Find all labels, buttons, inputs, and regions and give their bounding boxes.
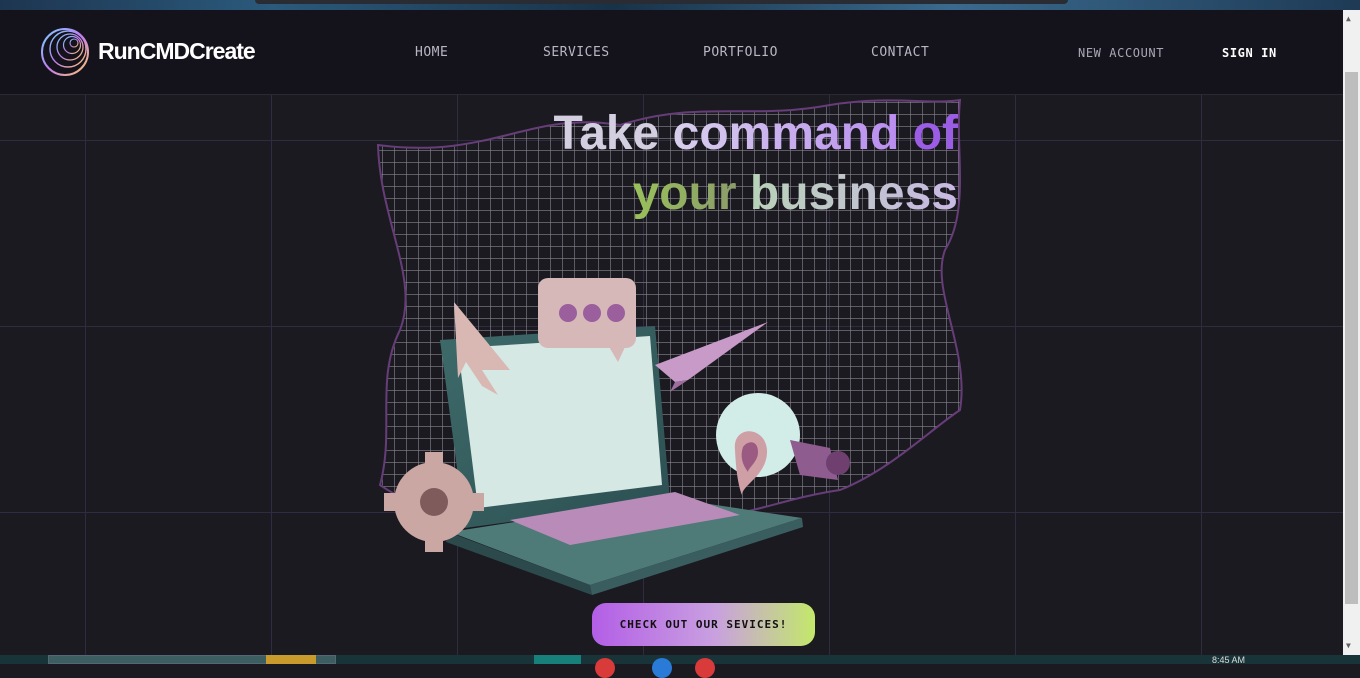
browser-tab-edge xyxy=(255,0,1068,4)
page-scrollbar[interactable]: ▲ ▼ xyxy=(1343,10,1360,655)
scroll-thumb[interactable] xyxy=(1345,72,1358,604)
os-taskbar: 8:45 AM xyxy=(0,655,1360,678)
hero-title: Take command of your business xyxy=(380,104,958,224)
browser-top-strip xyxy=(0,0,1360,10)
nav-home[interactable]: HOME xyxy=(415,45,448,60)
hero-title-line-1: Take command of xyxy=(380,104,958,164)
nav-portfolio[interactable]: PORTFOLIO xyxy=(703,45,778,60)
hero-title-line-2: your business xyxy=(380,164,958,224)
nav-contact[interactable]: CONTACT xyxy=(871,45,929,60)
hero-word-of: of xyxy=(912,107,958,160)
logo-orb-icon[interactable] xyxy=(40,27,90,77)
taskbar-browser-icon[interactable] xyxy=(595,658,615,678)
hero-word-business: business xyxy=(749,167,958,220)
hero-word-your: your xyxy=(632,167,737,220)
brand-name[interactable]: RunCMDCreate xyxy=(98,38,256,65)
taskbar-app-active[interactable] xyxy=(534,655,581,664)
taskbar-editor-icon[interactable] xyxy=(652,658,672,678)
new-account-link[interactable]: NEW ACCOUNT xyxy=(1078,46,1164,60)
hero-word-take: Take xyxy=(553,107,660,160)
check-services-button[interactable]: CHECK OUT OUR SEVICES! xyxy=(592,603,815,646)
taskbar-app-red-icon[interactable] xyxy=(695,658,715,678)
nav-services[interactable]: SERVICES xyxy=(543,45,610,60)
navbar: RunCMDCreate HOME SERVICES PORTFOLIO CON… xyxy=(0,10,1343,95)
taskbar-app-icon[interactable] xyxy=(266,655,316,664)
sign-in-link[interactable]: SIGN IN xyxy=(1222,46,1277,60)
hero-word-command: command xyxy=(672,107,900,160)
scroll-down-icon[interactable]: ▼ xyxy=(1346,641,1351,650)
scroll-up-icon[interactable]: ▲ xyxy=(1346,14,1351,23)
